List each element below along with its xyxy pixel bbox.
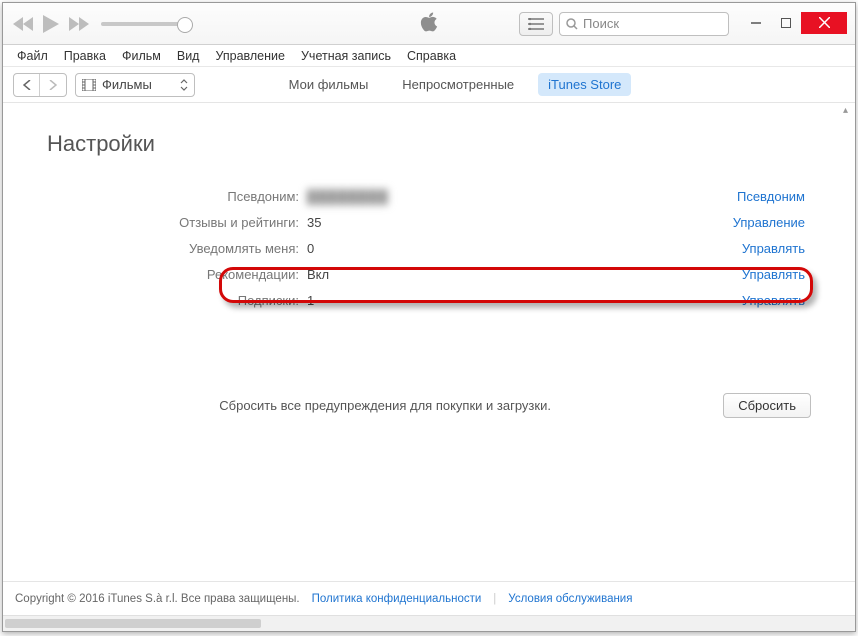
row-label: Подписки: <box>47 293 307 308</box>
apple-logo-icon <box>419 10 439 37</box>
recommendations-action[interactable]: Управлять <box>742 267 811 282</box>
search-input[interactable]: Поиск <box>559 12 729 36</box>
menu-help[interactable]: Справка <box>399 47 464 65</box>
menu-edit[interactable]: Правка <box>56 47 114 65</box>
row-value: 35 <box>307 215 321 230</box>
volume-slider[interactable] <box>101 22 186 26</box>
window-controls <box>741 12 847 34</box>
footer-privacy-link[interactable]: Политика конфиденциальности <box>312 593 482 605</box>
film-icon <box>82 79 96 91</box>
notify-action[interactable]: Управлять <box>742 241 811 256</box>
footer-copyright: Copyright © 2016 iTunes S.à r.l. Все пра… <box>15 593 300 605</box>
row-label: Уведомлять меня: <box>47 241 307 256</box>
maximize-button[interactable] <box>771 12 801 34</box>
footer: Copyright © 2016 iTunes S.à r.l. Все пра… <box>3 581 855 615</box>
content-area: ▴ Настройки Псевдоним: ████████ Псевдони… <box>3 103 855 581</box>
row-value: 1 <box>307 293 314 308</box>
next-button[interactable] <box>69 17 89 31</box>
row-value: Вкл <box>307 267 329 282</box>
row-reviews: Отзывы и рейтинги: 35 Управление <box>47 209 811 235</box>
row-recommendations: Рекомендации: Вкл Управлять <box>47 261 811 287</box>
media-selector[interactable]: Фильмы <box>75 73 195 97</box>
menu-view[interactable]: Вид <box>169 47 208 65</box>
row-value: 0 <box>307 241 314 256</box>
play-button[interactable] <box>43 15 59 33</box>
row-nickname: Псевдоним: ████████ Псевдоним <box>47 183 811 209</box>
reset-text: Сбросить все предупреждения для покупки … <box>47 398 723 413</box>
subscriptions-action[interactable]: Управлять <box>742 293 811 308</box>
title-bar: Поиск <box>3 3 855 45</box>
scroll-up-button[interactable]: ▴ <box>838 103 853 118</box>
menu-controls[interactable]: Управление <box>207 47 293 65</box>
nav-buttons <box>13 73 67 97</box>
toolbar: Фильмы Мои фильмы Непросмотренные iTunes… <box>3 67 855 103</box>
reset-button[interactable]: Сбросить <box>723 393 811 418</box>
list-view-button[interactable] <box>519 12 553 36</box>
settings-list: Псевдоним: ████████ Псевдоним Отзывы и р… <box>47 183 811 313</box>
minimize-button[interactable] <box>741 12 771 34</box>
title-right-controls: Поиск <box>519 12 847 36</box>
back-button[interactable] <box>14 74 40 96</box>
horizontal-scrollbar[interactable] <box>3 615 855 631</box>
footer-terms-link[interactable]: Условия обслуживания <box>508 593 632 605</box>
media-selector-label: Фильмы <box>102 77 152 92</box>
menu-account[interactable]: Учетная запись <box>293 47 399 65</box>
tab-my-movies[interactable]: Мои фильмы <box>279 73 379 96</box>
app-window: Поиск Файл Правка Фильм Вид Управление У… <box>2 2 856 632</box>
menu-bar: Файл Правка Фильм Вид Управление Учетная… <box>3 45 855 67</box>
row-subscriptions: Подписки: 1 Управлять <box>47 287 811 313</box>
reviews-action[interactable]: Управление <box>733 215 811 230</box>
forward-button[interactable] <box>40 74 66 96</box>
search-icon <box>566 18 578 30</box>
menu-file[interactable]: Файл <box>9 47 56 65</box>
updown-icon <box>180 79 188 91</box>
tab-itunes-store[interactable]: iTunes Store <box>538 73 631 96</box>
row-label: Псевдоним: <box>47 189 307 204</box>
row-value: ████████ <box>307 189 389 204</box>
tabs: Мои фильмы Непросмотренные iTunes Store <box>279 73 632 96</box>
row-label: Отзывы и рейтинги: <box>47 215 307 230</box>
close-button[interactable] <box>801 12 847 34</box>
row-notify: Уведомлять меня: 0 Управлять <box>47 235 811 261</box>
nickname-action[interactable]: Псевдоним <box>737 189 811 204</box>
page-title: Настройки <box>47 131 811 157</box>
search-placeholder: Поиск <box>583 16 619 31</box>
playback-controls <box>13 15 89 33</box>
reset-area: Сбросить все предупреждения для покупки … <box>47 393 811 418</box>
row-label: Рекомендации: <box>47 267 307 282</box>
tab-unwatched[interactable]: Непросмотренные <box>392 73 524 96</box>
prev-button[interactable] <box>13 17 33 31</box>
menu-movie[interactable]: Фильм <box>114 47 169 65</box>
